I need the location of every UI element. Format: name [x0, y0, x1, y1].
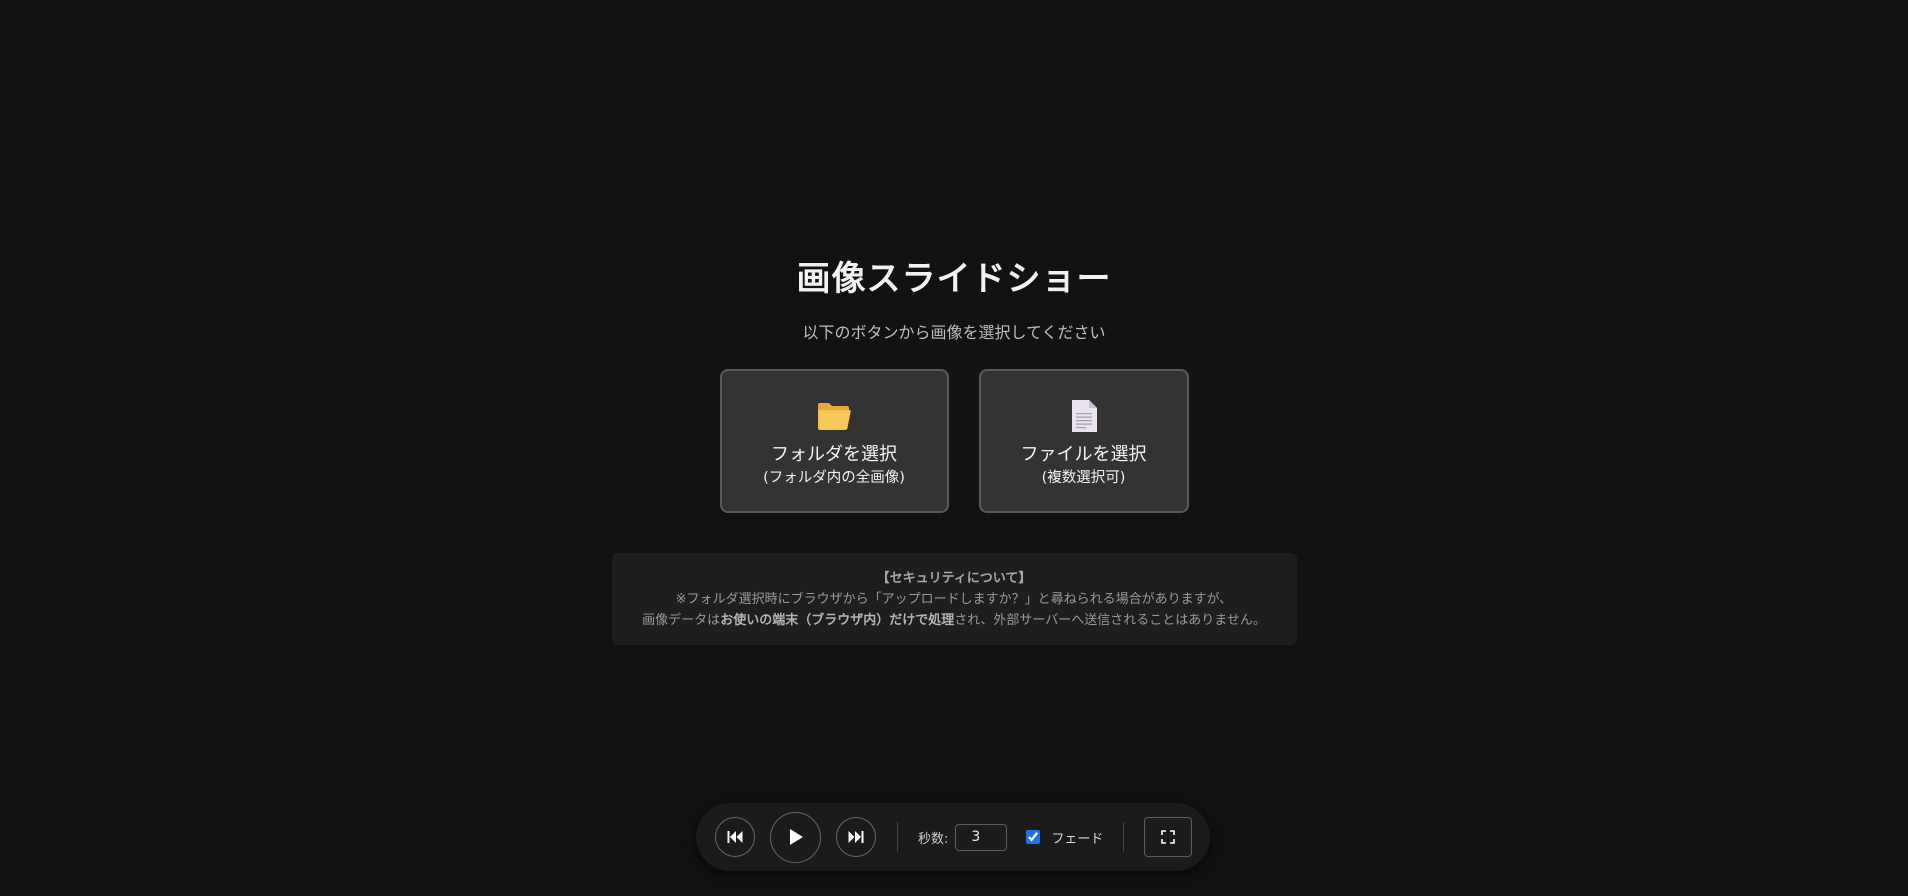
fullscreen-icon [1161, 830, 1176, 844]
folder-icon [816, 399, 852, 433]
select-folder-button[interactable]: フォルダを選択 (フォルダ内の全画像) [719, 369, 949, 513]
fade-label: フェード [1051, 831, 1104, 847]
controls-divider [897, 822, 898, 852]
controls-divider [1123, 822, 1125, 852]
select-folder-label: フォルダを選択 [771, 444, 897, 465]
playback-controls: 秒数: フェード [696, 803, 1210, 871]
choice-buttons: フォルダを選択 (フォルダ内の全画像) ファイルを選択 (複数選択可) [719, 369, 1189, 513]
select-folder-sublabel: (フォルダ内の全画像) [763, 470, 905, 486]
next-button[interactable] [836, 817, 876, 857]
security-notice-title: 【セキュリティについて】 [876, 570, 1032, 586]
page-title: 画像スライドショー [796, 259, 1112, 299]
notice-line2-suffix: され、外部サーバーへ送信されることはありません。 [954, 612, 1266, 628]
security-notice-line1: ※フォルダ選択時にブラウザから「アップロードしますか？」と尋ねられる場合がありま… [675, 591, 1233, 607]
notice-line2-prefix: 画像データは [642, 612, 721, 628]
security-notice-line2: 画像データはお使いの端末（ブラウザ内）だけで処理され、外部サーバーへ送信されるこ… [642, 610, 1266, 631]
start-panel: 画像スライドショー 以下のボタンから画像を選択してください フォルダを選択 (フ… [0, 258, 1908, 645]
skip-previous-icon [727, 831, 743, 843]
app-screen: 画像スライドショー 以下のボタンから画像を選択してください フォルダを選択 (フ… [0, 0, 1908, 896]
previous-button[interactable] [715, 817, 755, 857]
select-files-label: ファイルを選択 [1020, 444, 1147, 465]
security-notice: 【セキュリティについて】 ※フォルダ選択時にブラウザから「アップロードしますか？… [611, 553, 1297, 645]
document-icon [1066, 399, 1102, 433]
play-icon [789, 829, 803, 845]
fullscreen-button[interactable] [1144, 817, 1193, 857]
skip-next-icon [848, 831, 864, 843]
select-files-sublabel: (複数選択可) [1041, 470, 1126, 486]
page-subtitle: 以下のボタンから画像を選択してください [802, 323, 1106, 342]
play-button[interactable] [770, 811, 821, 863]
seconds-label: 秒数: [918, 831, 949, 847]
notice-line2-emphasis: お使いの端末（ブラウザ内）だけで処理 [720, 612, 955, 628]
select-files-button[interactable]: ファイルを選択 (複数選択可) [978, 369, 1189, 513]
fade-checkbox[interactable] [1026, 830, 1041, 844]
seconds-input[interactable] [955, 823, 1008, 851]
